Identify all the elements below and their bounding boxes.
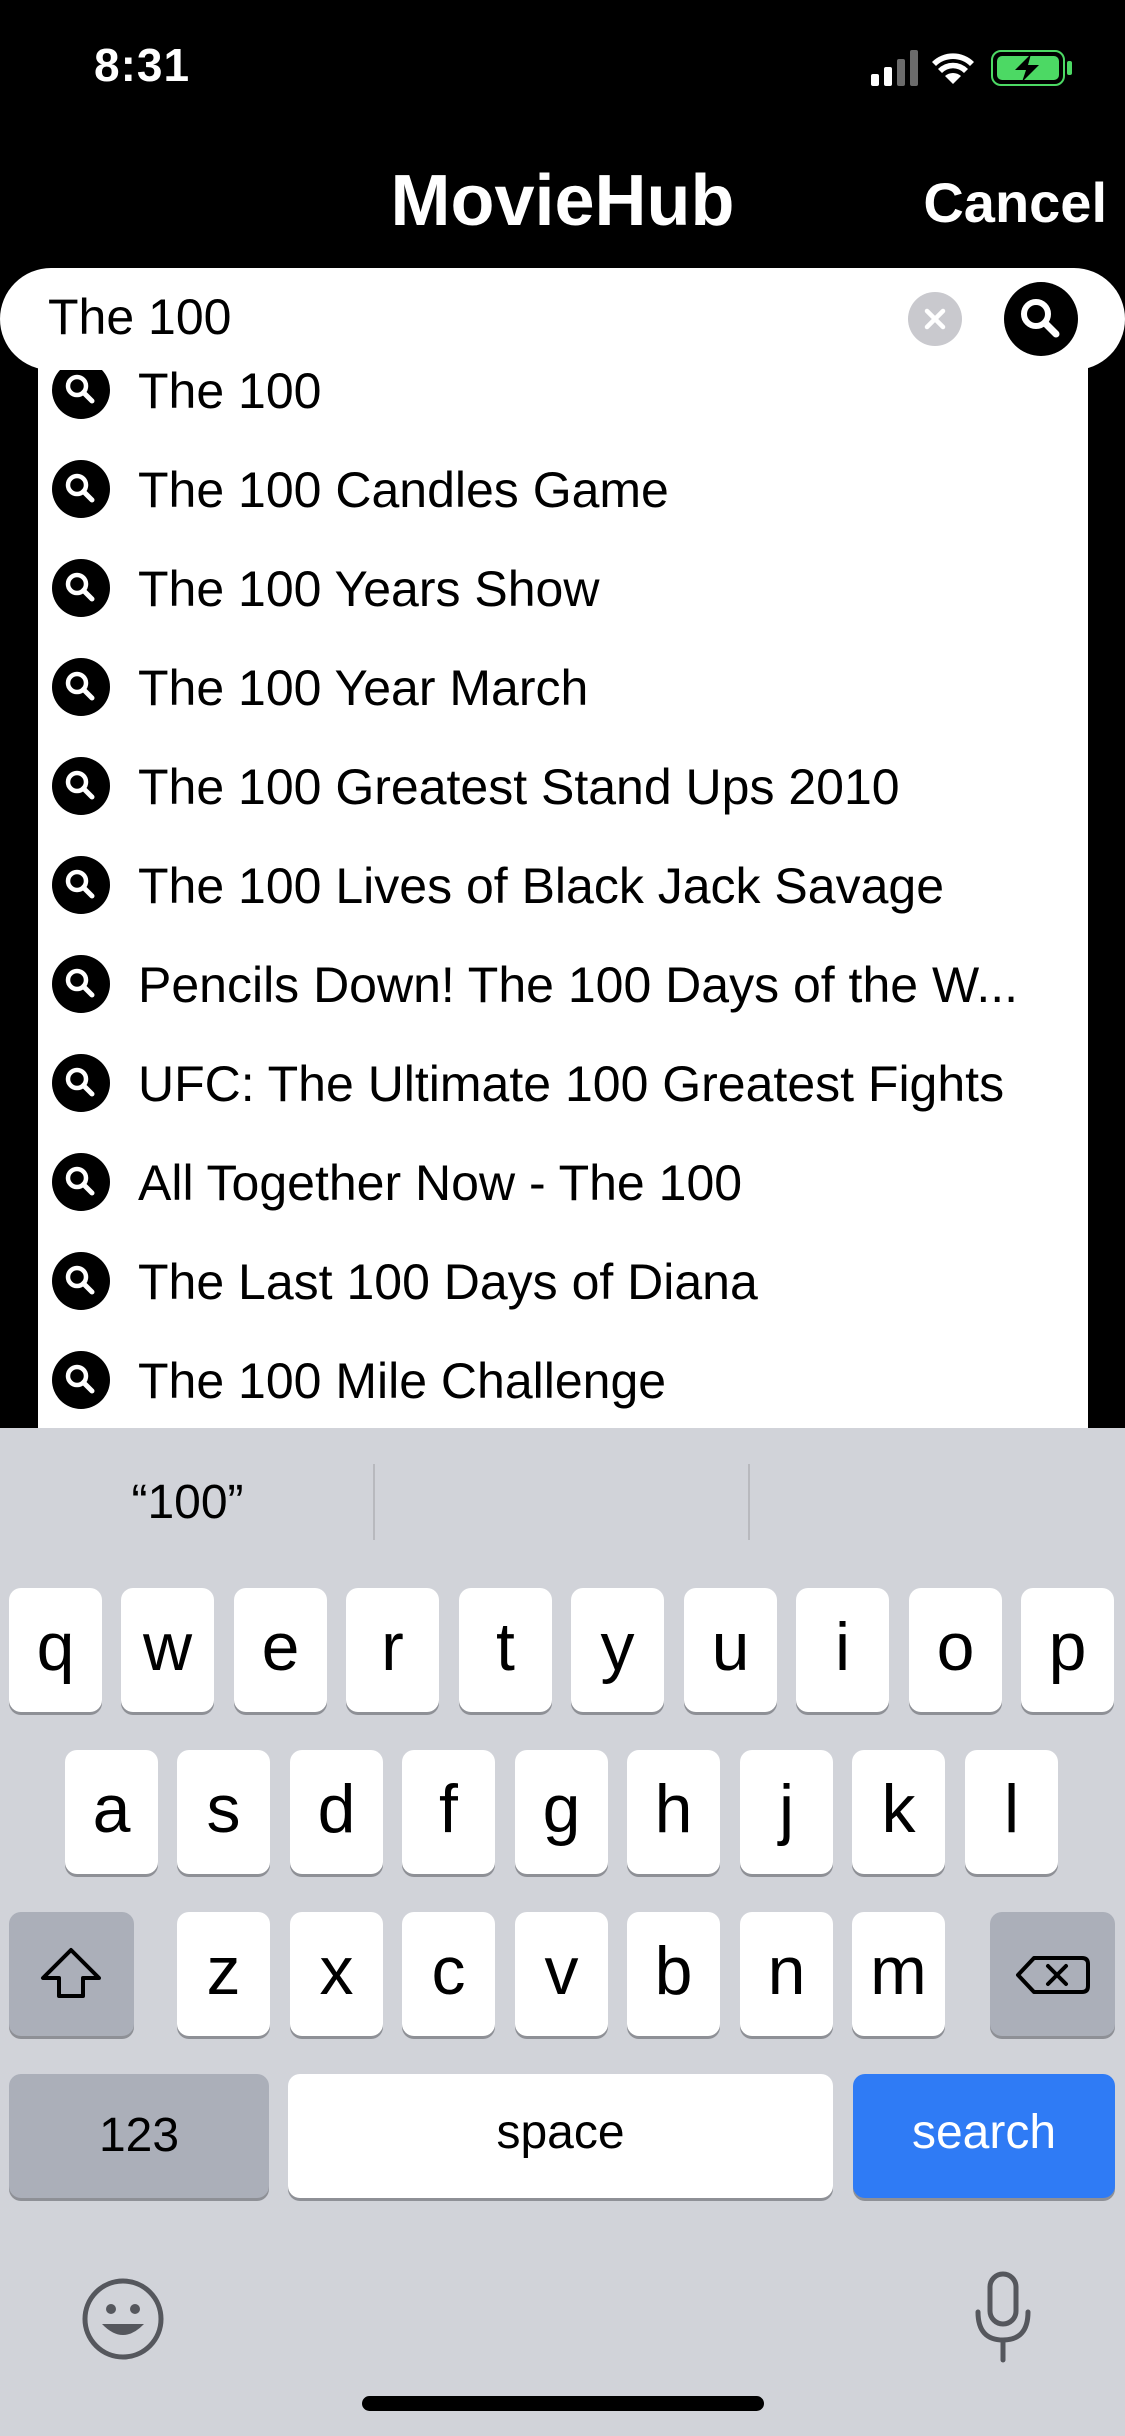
key-d[interactable]: d <box>290 1750 383 1874</box>
suggestion-item[interactable]: The 100 Year March <box>38 637 1088 736</box>
numbers-key[interactable]: 123 <box>9 2074 269 2198</box>
key-b[interactable]: b <box>627 1912 720 2036</box>
suggestion-item[interactable]: The 100 Candles Game <box>38 439 1088 538</box>
suggestion-item[interactable]: The 100 Lives of Black Jack Savage <box>38 835 1088 934</box>
suggestion-item[interactable]: The Last 100 Days of Diana <box>38 1231 1088 1330</box>
key-w[interactable]: w <box>121 1588 214 1712</box>
search-input[interactable]: The 100 <box>0 268 1125 370</box>
suggestion-label: The 100 Year March <box>138 660 589 716</box>
suggestion-item[interactable]: Pencils Down! The 100 Days of the W... <box>38 934 1088 1033</box>
shift-icon <box>41 1948 101 1998</box>
key-o[interactable]: o <box>909 1588 1002 1712</box>
suggestion-item[interactable]: The 100 Years Show <box>38 538 1088 637</box>
suggestion-label: Pencils Down! The 100 Days of the W... <box>138 957 1019 1013</box>
search-icon <box>52 1054 110 1112</box>
search-icon <box>52 658 110 716</box>
wifi-icon <box>932 53 974 84</box>
key-k[interactable]: k <box>852 1750 945 1874</box>
key-g[interactable]: g <box>515 1750 608 1874</box>
suggestion-item[interactable]: UFC: The Ultimate 100 Greatest Fights <box>38 1033 1088 1132</box>
search-icon <box>52 955 110 1013</box>
dictation-button[interactable] <box>968 2268 1038 2368</box>
emoji-button[interactable] <box>80 2276 166 2362</box>
search-button[interactable] <box>1004 282 1078 356</box>
key-y[interactable]: y <box>571 1588 664 1712</box>
suggestion-label: UFC: The Ultimate 100 Greatest Fights <box>138 1056 1005 1112</box>
key-c[interactable]: c <box>402 1912 495 2036</box>
battery-charging-icon <box>991 50 1072 86</box>
key-m[interactable]: m <box>852 1912 945 2036</box>
key-s[interactable]: s <box>177 1750 270 1874</box>
key-p[interactable]: p <box>1021 1588 1114 1712</box>
emoji-icon <box>82 2278 164 2360</box>
key-u[interactable]: u <box>684 1588 777 1712</box>
search-icon <box>52 856 110 914</box>
suggestion-label: The 100 Lives of Black Jack Savage <box>138 858 945 914</box>
search-key[interactable]: search <box>853 2074 1115 2198</box>
space-key[interactable]: space <box>288 2074 833 2198</box>
delete-icon <box>1016 1956 1090 1994</box>
microphone-icon <box>975 2271 1031 2363</box>
key-e[interactable]: e <box>234 1588 327 1712</box>
prediction-3[interactable] <box>750 1428 1125 1578</box>
search-icon <box>52 460 110 518</box>
search-icon <box>52 559 110 617</box>
search-icon <box>52 1252 110 1310</box>
keyboard: “100” q w e r t y u i o p a s d f g h j … <box>0 1428 1125 2436</box>
suggestion-label: The 100 <box>138 363 322 419</box>
key-n[interactable]: n <box>740 1912 833 2036</box>
key-i[interactable]: i <box>796 1588 889 1712</box>
key-q[interactable]: q <box>9 1588 102 1712</box>
suggestion-item[interactable]: All Together Now - The 100 <box>38 1132 1088 1231</box>
suggestion-label: The 100 Years Show <box>138 561 600 617</box>
suggestion-item[interactable]: The 100 Greatest Stand Ups 2010 <box>38 736 1088 835</box>
status-time: 8:31 <box>94 39 191 91</box>
prediction-1[interactable]: “100” <box>0 1428 375 1578</box>
key-z[interactable]: z <box>177 1912 270 2036</box>
search-icon <box>52 757 110 815</box>
suggestion-label: The 100 Candles Game <box>138 462 669 518</box>
home-indicator[interactable] <box>362 2396 764 2411</box>
suggestion-item[interactable]: The 100 Mile Challenge <box>38 1330 1088 1429</box>
suggestion-label: The 100 Mile Challenge <box>138 1353 667 1409</box>
clear-icon[interactable] <box>908 292 962 346</box>
suggestion-label: The 100 Greatest Stand Ups 2010 <box>138 759 900 815</box>
key-x[interactable]: x <box>290 1912 383 2036</box>
key-a[interactable]: a <box>65 1750 158 1874</box>
key-j[interactable]: j <box>740 1750 833 1874</box>
key-h[interactable]: h <box>627 1750 720 1874</box>
suggestion-label: All Together Now - The 100 <box>138 1155 743 1211</box>
key-t[interactable]: t <box>459 1588 552 1712</box>
search-icon <box>1021 299 1060 338</box>
key-v[interactable]: v <box>515 1912 608 2036</box>
prediction-2[interactable] <box>375 1428 750 1578</box>
suggestion-label: The Last 100 Days of Diana <box>138 1254 758 1310</box>
predictive-bar: “100” <box>0 1428 1125 1578</box>
key-f[interactable]: f <box>402 1750 495 1874</box>
key-l[interactable]: l <box>965 1750 1058 1874</box>
shift-key[interactable] <box>9 1912 134 2036</box>
status-icons <box>871 48 1081 88</box>
key-r[interactable]: r <box>346 1588 439 1712</box>
suggestions-list: The 100 The 100 Candles Game The 100 Yea… <box>38 340 1088 1430</box>
nav-bar: MovieHub Cancel <box>0 140 1125 270</box>
search-icon <box>52 1153 110 1211</box>
status-bar: 8:31 <box>0 0 1125 140</box>
cancel-button[interactable]: Cancel <box>923 170 1107 235</box>
search-icon <box>52 1351 110 1409</box>
delete-key[interactable] <box>990 1912 1115 2036</box>
search-query[interactable]: The 100 <box>48 288 231 346</box>
signal-icon <box>871 50 918 86</box>
